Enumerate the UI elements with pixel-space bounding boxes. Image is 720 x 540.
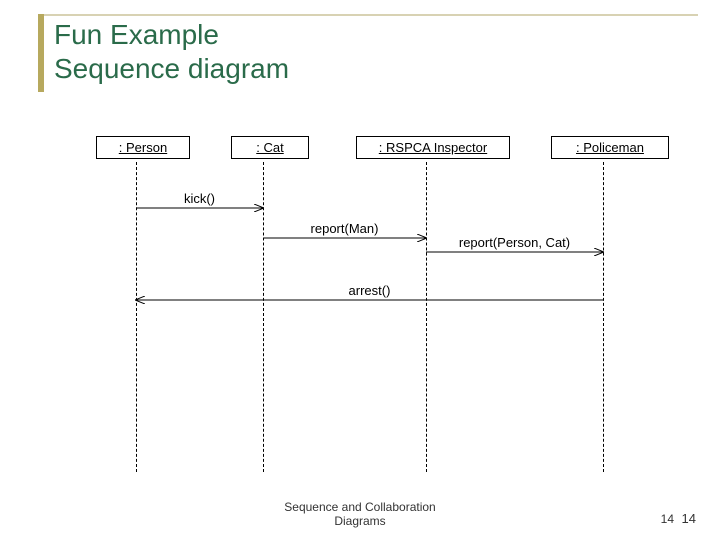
participant-label: : Cat	[256, 140, 283, 155]
participant-cat: : Cat	[231, 136, 309, 159]
footer-line-1: Sequence and Collaboration	[284, 500, 435, 514]
message-label: report(Person, Cat)	[435, 235, 595, 250]
accent-top-rule	[38, 14, 698, 16]
sequence-diagram: : Person : Cat : RSPCA Inspector : Policema…	[56, 136, 666, 476]
participant-person: : Person	[96, 136, 190, 159]
lifeline-inspector	[426, 162, 427, 472]
message-label: arrest()	[290, 283, 450, 298]
lifeline-person	[136, 162, 137, 472]
participant-label: : Policeman	[576, 140, 644, 155]
sequence-arrows-layer	[56, 136, 666, 476]
title-line-1: Fun Example	[54, 19, 219, 50]
participant-label: : RSPCA Inspector	[379, 140, 487, 155]
page-number-outer: 14	[682, 511, 696, 526]
accent-side-bar	[38, 14, 44, 92]
slide-footer: Sequence and Collaboration Diagrams	[0, 500, 720, 528]
footer-line-2: Diagrams	[334, 514, 385, 528]
participant-label: : Person	[119, 140, 167, 155]
lifeline-cat	[263, 162, 264, 472]
page-number-inner: 14	[661, 512, 674, 526]
slide-title: Fun Example Sequence diagram	[54, 18, 289, 86]
participant-policeman: : Policeman	[551, 136, 669, 159]
lifeline-policeman	[603, 162, 604, 472]
title-line-2: Sequence diagram	[54, 53, 289, 84]
message-label: report(Man)	[265, 221, 425, 236]
participant-inspector: : RSPCA Inspector	[356, 136, 510, 159]
message-label: kick()	[120, 191, 280, 206]
